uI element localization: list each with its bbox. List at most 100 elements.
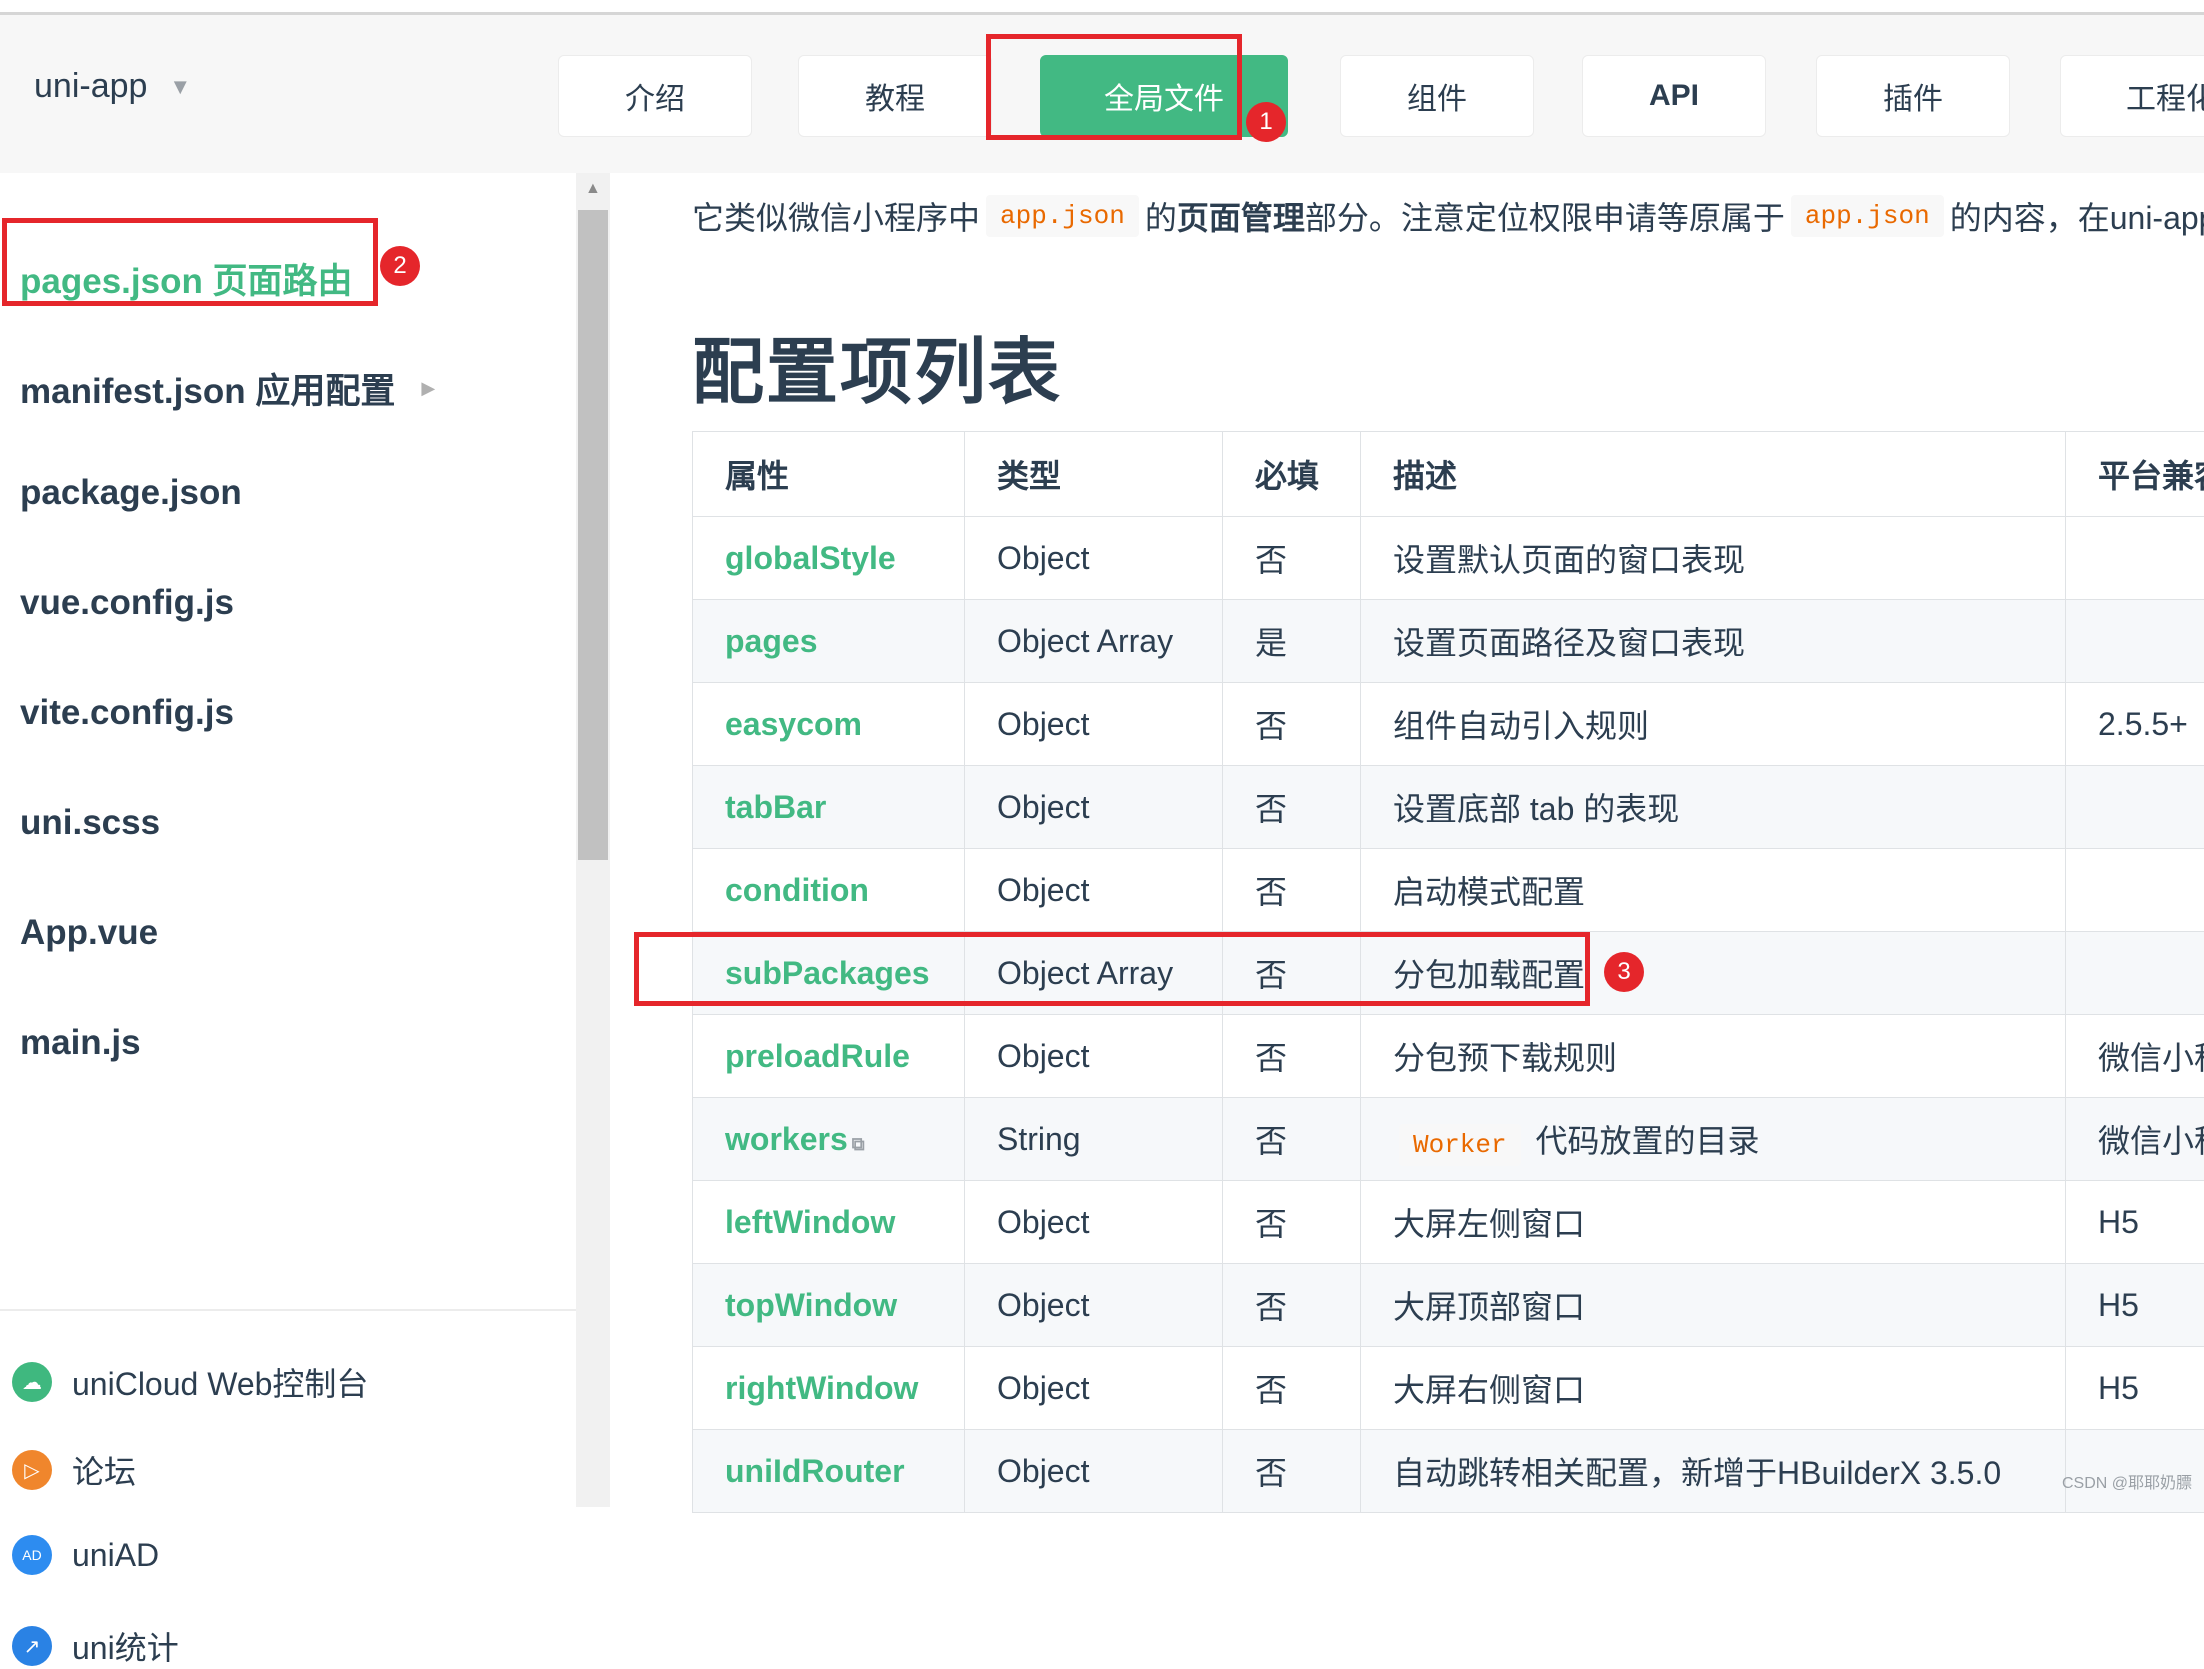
type-cell: Object: [965, 1347, 1223, 1430]
sidebar-link-unicloud[interactable]: ☁ uniCloud Web控制台: [12, 1359, 368, 1405]
desc-cell: 大屏左侧窗口: [1361, 1181, 2066, 1264]
platform-cell: H5: [2066, 1181, 2204, 1264]
brand-selector[interactable]: uni-app ▼: [34, 67, 191, 106]
nav-tab-intro[interactable]: 介绍: [558, 55, 752, 137]
attr-link[interactable]: workers⧉: [693, 1098, 965, 1181]
type-cell: Object: [965, 517, 1223, 600]
nav-tab-tutorial[interactable]: 教程: [798, 55, 992, 137]
attr-link[interactable]: tabBar: [693, 766, 965, 849]
annotation-badge-1: 1: [1246, 102, 1286, 142]
attr-link[interactable]: condition: [693, 849, 965, 932]
type-cell: Object: [965, 1015, 1223, 1098]
table-row: tabBarObject否设置底部 tab 的表现: [693, 766, 2204, 849]
attr-link[interactable]: pages: [693, 600, 965, 683]
desc-text: 代码放置的目录: [1536, 1123, 1760, 1159]
stats-icon: ↗: [12, 1626, 52, 1666]
desc-cell: 分包预下载规则: [1361, 1015, 2066, 1098]
desc-cell: 大屏右侧窗口: [1361, 1347, 2066, 1430]
platform-cell: [2066, 849, 2204, 932]
table-row: pagesObject Array是设置页面路径及窗口表现: [693, 600, 2204, 683]
inline-code: Worker: [1399, 1124, 1521, 1166]
intro-text: 它类似微信小程序中: [692, 193, 980, 239]
sidebar-item-label: vue.config.js: [20, 583, 234, 623]
sidebar-item-main-js[interactable]: main.js: [20, 1023, 141, 1063]
type-cell: Object: [965, 766, 1223, 849]
type-cell: Object: [965, 1264, 1223, 1347]
sidebar-item-uni-scss[interactable]: uni.scss: [20, 803, 160, 843]
sidebar-link-unistat[interactable]: ↗ uni统计: [12, 1623, 179, 1669]
attr-link[interactable]: globalStyle: [693, 517, 965, 600]
attr-link[interactable]: uniIdRouter: [693, 1430, 965, 1513]
sidebar-link-label: 论坛: [72, 1447, 136, 1493]
annotation-badge-3: 3: [1604, 952, 1644, 992]
sidebar-item-package-json[interactable]: package.json: [20, 473, 242, 513]
sidebar-item-label: main.js: [20, 1023, 141, 1063]
table-row: conditionObject否启动模式配置: [693, 849, 2204, 932]
sidebar-link-uniad[interactable]: AD uniAD: [12, 1535, 159, 1575]
attr-link-label[interactable]: workers: [725, 1121, 848, 1157]
column-header: 描述: [1361, 432, 2066, 517]
attr-link[interactable]: topWindow: [693, 1264, 965, 1347]
nav-tab-label: 工程化: [2126, 74, 2204, 118]
intro-text: 部分。注意定位权限申请等原属于: [1305, 193, 1785, 239]
watermark: CSDN @耶耶奶膘: [2062, 1469, 2192, 1493]
attr-link[interactable]: preloadRule: [693, 1015, 965, 1098]
nav-tab-engineering[interactable]: 工程化: [2060, 55, 2204, 137]
sidebar-item-label: manifest.json 应用配置: [20, 363, 395, 414]
table-row: globalStyleObject否设置默认页面的窗口表现: [693, 517, 2204, 600]
nav-tab-label: 教程: [865, 74, 925, 118]
annotation-box-3: [634, 932, 1590, 1006]
sidebar-item-manifest-json[interactable]: manifest.json 应用配置 ▶: [20, 363, 435, 414]
annotation-badge-2: 2: [380, 246, 420, 286]
desc-cell: 设置页面路径及窗口表现: [1361, 600, 2066, 683]
ad-icon: AD: [12, 1535, 52, 1575]
sidebar-link-label: uniAD: [72, 1537, 159, 1574]
nav-tab-api[interactable]: API: [1582, 55, 1766, 137]
attr-link[interactable]: easycom: [693, 683, 965, 766]
sidebar-scrollbar-thumb[interactable]: [578, 210, 608, 860]
desc-cell: 大屏顶部窗口: [1361, 1264, 2066, 1347]
intro-paragraph: 它类似微信小程序中 app.json 的 页面管理 部分。注意定位权限申请等原属…: [692, 193, 2204, 239]
inline-code: app.json: [1791, 195, 1944, 237]
scroll-up-icon[interactable]: ▲: [585, 180, 601, 198]
desc-cell: 设置底部 tab 的表现: [1361, 766, 2066, 849]
chevron-right-icon: ▶: [421, 378, 435, 399]
desc-cell: 组件自动引入规则: [1361, 683, 2066, 766]
sidebar-item-label: App.vue: [20, 913, 158, 953]
required-cell: 否: [1223, 1347, 1361, 1430]
type-cell: Object: [965, 849, 1223, 932]
attr-link[interactable]: rightWindow: [693, 1347, 965, 1430]
sidebar-item-label: package.json: [20, 473, 242, 513]
platform-cell: H5: [2066, 1264, 2204, 1347]
window-top-edge: [0, 0, 2204, 15]
table-row: topWindowObject否大屏顶部窗口H5: [693, 1264, 2204, 1347]
nav-tab-components[interactable]: 组件: [1340, 55, 1534, 137]
platform-cell: 微信小程序: [2066, 1098, 2204, 1181]
platform-cell: 微信小程序: [2066, 1015, 2204, 1098]
type-cell: Object Array: [965, 600, 1223, 683]
column-header: 类型: [965, 432, 1223, 517]
nav-tab-label: 组件: [1407, 74, 1467, 118]
column-header: 必填: [1223, 432, 1361, 517]
annotation-box-2: [2, 218, 378, 306]
sidebar-item-vite-config[interactable]: vite.config.js: [20, 693, 234, 733]
forum-icon: ▷: [12, 1450, 52, 1490]
column-header: 平台兼容: [2066, 432, 2204, 517]
table-row: easycomObject否组件自动引入规则2.5.5+: [693, 683, 2204, 766]
attr-link[interactable]: leftWindow: [693, 1181, 965, 1264]
intro-bold-text: 页面管理: [1177, 193, 1305, 239]
brand-label: uni-app: [34, 67, 147, 106]
sidebar-link-forum[interactable]: ▷ 论坛: [12, 1447, 136, 1493]
nav-tab-label: 插件: [1883, 74, 1943, 118]
platform-cell: [2066, 766, 2204, 849]
sidebar-item-app-vue[interactable]: App.vue: [20, 913, 158, 953]
sidebar-item-vue-config[interactable]: vue.config.js: [20, 583, 234, 623]
required-cell: 否: [1223, 1098, 1361, 1181]
desc-cell: Worker 代码放置的目录: [1361, 1098, 2066, 1181]
main-content: 它类似微信小程序中 app.json 的 页面管理 部分。注意定位权限申请等原属…: [610, 173, 2204, 1507]
inline-code: app.json: [986, 195, 1139, 237]
table-row: uniIdRouterObject否自动跳转相关配置，新增于HBuilderX …: [693, 1430, 2204, 1513]
external-link-icon: ⧉: [852, 1134, 865, 1154]
nav-tab-plugins[interactable]: 插件: [1816, 55, 2010, 137]
required-cell: 否: [1223, 849, 1361, 932]
